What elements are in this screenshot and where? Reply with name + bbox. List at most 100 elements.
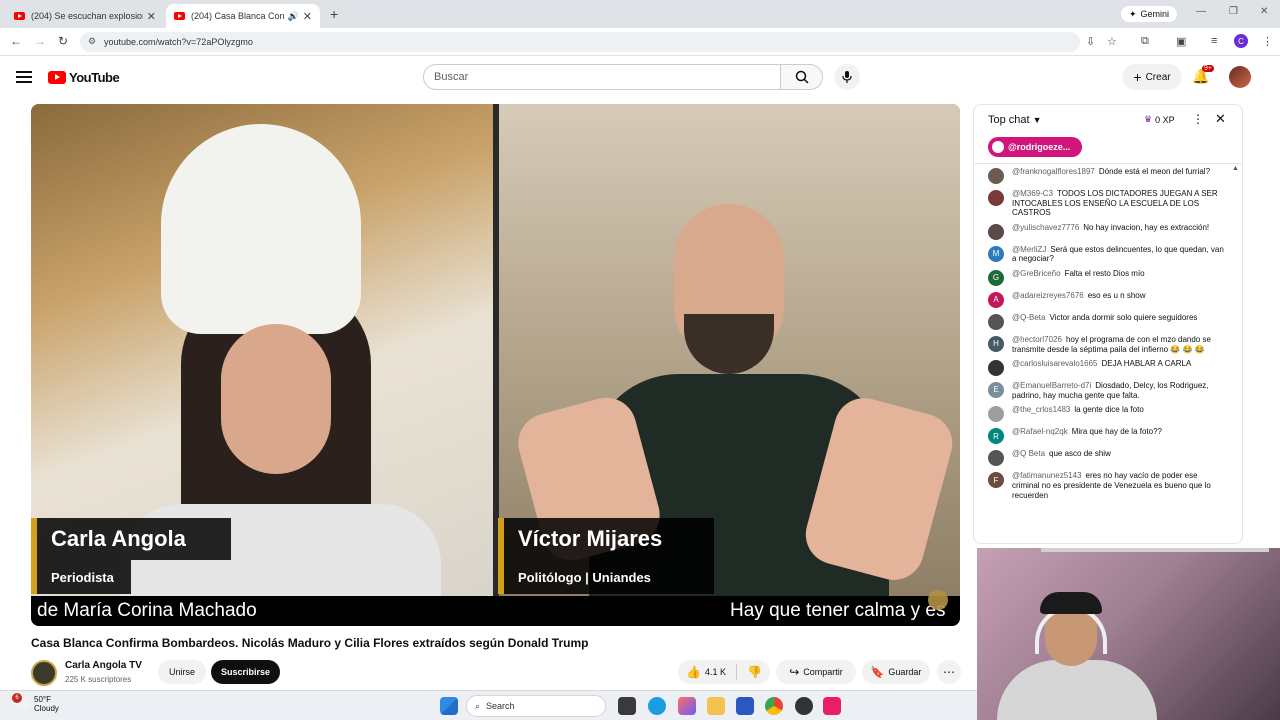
browser-profile-avatar[interactable]: C <box>1234 34 1248 48</box>
browser-tab-active[interactable]: (204) Casa Blanca Confirma 🔊 ✕ <box>166 4 320 28</box>
search-input[interactable]: Buscar <box>423 64 781 90</box>
close-tab-icon[interactable]: ✕ <box>303 10 312 23</box>
chat-message-text: la gente dice la foto <box>1074 405 1144 415</box>
chat-author-avatar[interactable]: G <box>988 269 1004 286</box>
chat-more-icon[interactable]: ⋮ <box>1192 112 1204 126</box>
chat-author-name[interactable]: @Rafael-nq2qk <box>1012 427 1068 436</box>
close-chat-icon[interactable]: ✕ <box>1215 111 1226 127</box>
ticker-text-right: Hay que tener calma y es <box>730 600 946 621</box>
chat-author-name[interactable]: @the_crlos1483 <box>1012 405 1070 414</box>
chat-message-body: @M369-C3 TODOS LOS DICTADORES JUEGAN A SE… <box>1012 189 1224 218</box>
thumbs-down-icon[interactable]: 👎 <box>747 665 762 679</box>
tiktok-icon[interactable] <box>823 697 841 715</box>
more-actions-button[interactable]: ⋯ <box>937 660 961 684</box>
divider <box>735 664 737 680</box>
chat-header: Top chat ▼ ♛ 0 XP ⋮ ✕ <box>974 105 1242 135</box>
task-view-icon[interactable] <box>618 697 636 715</box>
youtube-logo[interactable]: YouTube <box>48 70 120 85</box>
install-app-icon[interactable]: ⇩ <box>1086 35 1095 48</box>
chat-message-body: @Rafael-nq2qk Mira que hay de la foto?? <box>1012 427 1224 444</box>
url-field[interactable]: ⚙ youtube.com/watch?v=72aPOlyzgmo <box>80 32 1080 52</box>
windows-start-icon[interactable] <box>440 697 458 715</box>
chat-mode-dropdown[interactable]: Top chat ▼ <box>988 114 1042 126</box>
channel-name[interactable]: Carla Angola TV <box>65 660 142 671</box>
chat-message-text: eso es u n show <box>1087 290 1146 300</box>
reading-list-icon[interactable]: ≡ <box>1211 35 1217 47</box>
chat-author-avatar[interactable] <box>988 313 1004 330</box>
forward-icon[interactable]: → <box>34 34 46 48</box>
chat-author-name[interactable]: @M369-C3 <box>1012 189 1053 198</box>
reload-icon[interactable]: ↻ <box>58 34 68 48</box>
chat-author-avatar[interactable] <box>988 450 1004 467</box>
create-button[interactable]: + Crear <box>1122 64 1182 90</box>
chat-author-name[interactable]: @fatimanunez5143 <box>1012 471 1082 480</box>
subscribe-button[interactable]: Suscribirse <box>211 660 280 684</box>
channel-avatar[interactable] <box>31 660 57 686</box>
chat-author-avatar[interactable] <box>988 223 1004 240</box>
chat-author-avatar[interactable]: A <box>988 291 1004 308</box>
pinned-user-chip[interactable]: @rodrigoeze... <box>988 137 1083 157</box>
bookmark-star-icon[interactable]: ☆ <box>1107 35 1117 48</box>
close-tab-icon[interactable]: ✕ <box>147 10 156 23</box>
chat-author-avatar[interactable] <box>988 168 1004 184</box>
channel-watermark-icon[interactable] <box>928 590 948 610</box>
chat-author-avatar[interactable]: M <box>988 245 1004 262</box>
restore-icon[interactable]: ❐ <box>1229 6 1238 17</box>
video-player[interactable]: Carla Angola Periodista Víctor Mijares P… <box>31 104 960 626</box>
edge-icon[interactable] <box>648 697 666 715</box>
app-icon[interactable] <box>795 697 813 715</box>
tab-search-icon[interactable]: ▣ <box>1176 35 1186 48</box>
chat-mode-label: Top chat <box>988 114 1030 126</box>
close-window-icon[interactable]: ✕ <box>1260 6 1268 17</box>
weather-widget[interactable]: 6 50°F Cloudy <box>12 693 59 713</box>
chat-author-name[interactable]: @Q Beta <box>1012 449 1045 458</box>
chat-author-avatar[interactable] <box>988 406 1004 423</box>
like-button[interactable]: 👍 4.1 K <box>686 665 726 679</box>
menu-icon[interactable] <box>16 71 32 83</box>
search-button[interactable] <box>781 64 823 90</box>
chat-author-name[interactable]: @yulischavez7776 <box>1012 223 1079 232</box>
video-title: Casa Blanca Confirma Bombardeos. Nicolás… <box>31 636 589 650</box>
chat-author-avatar[interactable]: E <box>988 382 1004 399</box>
share-button[interactable]: ↪ Compartir <box>776 660 856 684</box>
minimize-icon[interactable]: — <box>1196 6 1206 17</box>
site-info-icon[interactable]: ⚙ <box>88 36 96 47</box>
chat-message: H @hectorl7026 hoy el programa de con el m… <box>974 333 1232 357</box>
taskbar-search[interactable]: ⌕ Search <box>466 695 606 717</box>
chat-author-name[interactable]: @MerliZJ <box>1012 245 1046 254</box>
file-explorer-icon[interactable] <box>707 697 725 715</box>
copilot-icon[interactable] <box>678 697 696 715</box>
news-ticker: de María Corina Machado Hay que tener ca… <box>31 596 960 626</box>
chat-author-name[interactable]: @Q-Beta <box>1012 313 1045 322</box>
extensions-icon[interactable]: ⧉ <box>1141 35 1149 48</box>
chat-author-avatar[interactable] <box>988 190 1004 206</box>
chat-message-list[interactable]: @franknogalflores1897 Dónde está el meon … <box>974 165 1232 543</box>
chat-author-avatar[interactable]: F <box>988 472 1004 489</box>
ticker-text-left: de María Corina Machado <box>37 600 257 621</box>
user-avatar[interactable] <box>1229 66 1251 88</box>
speaker-icon[interactable]: 🔊 <box>288 11 299 22</box>
browser-tab[interactable]: (204) Se escuchan explosiones ✕ <box>6 4 164 28</box>
xp-indicator[interactable]: ♛ 0 XP <box>1144 114 1175 125</box>
chat-author-name[interactable]: @EmanuelBarreto-d7i <box>1012 381 1091 390</box>
new-tab-icon[interactable]: + <box>330 6 338 22</box>
back-icon[interactable]: ← <box>10 34 22 48</box>
voice-search-button[interactable] <box>834 64 860 90</box>
search-icon <box>795 70 809 84</box>
overlay-bar <box>1041 548 1269 552</box>
chat-author-name[interactable]: @GreBriceño <box>1012 269 1061 278</box>
chat-author-name[interactable]: @carlosluisarevalo1665 <box>1012 359 1098 368</box>
chat-author-avatar[interactable] <box>988 360 1004 377</box>
chat-author-name[interactable]: @adareizreyes7676 <box>1012 291 1084 300</box>
chat-author-name[interactable]: @franknogalflores1897 <box>1012 167 1095 176</box>
save-button[interactable]: 🔖 Guardar <box>862 660 930 684</box>
chrome-icon[interactable] <box>765 697 783 715</box>
chat-author-name[interactable]: @hectorl7026 <box>1012 335 1062 344</box>
store-icon[interactable] <box>736 697 754 715</box>
scroll-up-arrow-icon[interactable]: ▲ <box>1232 165 1239 172</box>
join-button[interactable]: Unirse <box>158 660 206 684</box>
gemini-button[interactable]: ✦ Gemini <box>1121 6 1178 22</box>
browser-menu-icon[interactable]: ⋮ <box>1262 35 1273 48</box>
chat-author-avatar[interactable]: R <box>988 428 1004 445</box>
chat-author-avatar[interactable]: H <box>988 335 1004 352</box>
